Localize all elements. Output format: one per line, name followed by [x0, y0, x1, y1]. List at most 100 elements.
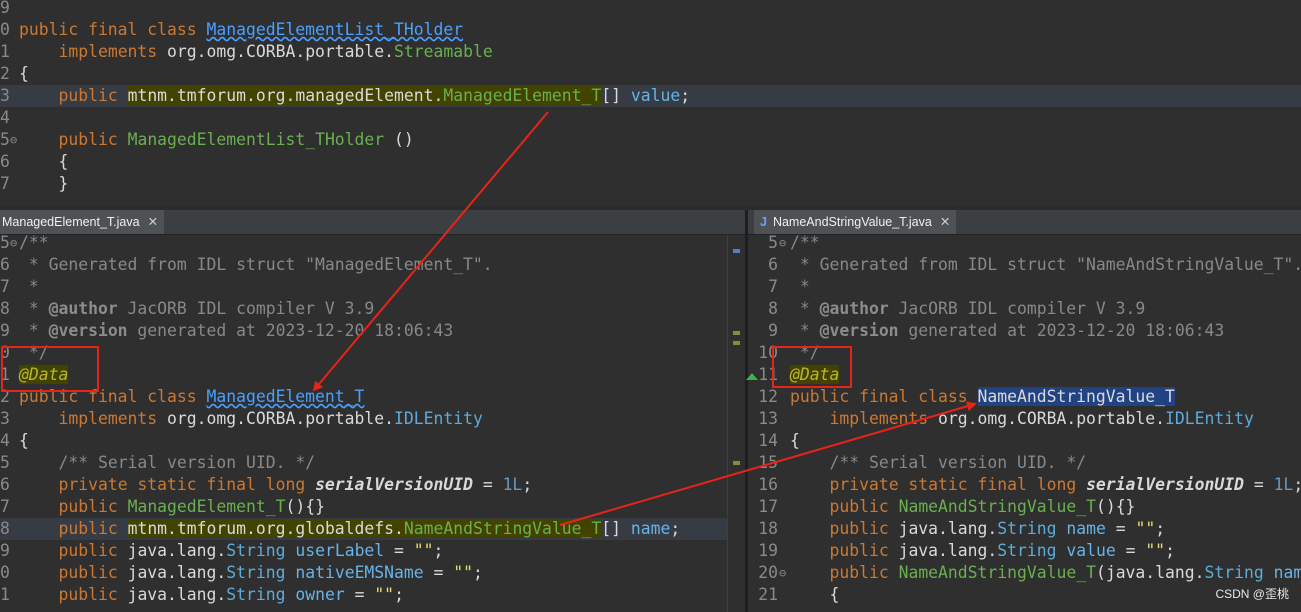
code-line[interactable]: 3 implements org.omg.CORBA.portable.IDLE…	[0, 408, 727, 430]
code-line[interactable]: 2 public final class ManagedElement_T	[0, 386, 727, 408]
code-line[interactable]: 3 public mtnm.tmforum.org.managedElement…	[0, 85, 1301, 107]
code-text[interactable]: */	[19, 342, 49, 364]
code-line[interactable]: 6 {	[0, 151, 1301, 173]
code-line[interactable]: 5 ⊖ public ManagedElementList_THolder ()	[0, 129, 1301, 151]
code-text[interactable]: public mtnm.tmforum.org.globaldefs.NameA…	[19, 518, 680, 540]
code-line[interactable]: 7 }	[0, 173, 1301, 195]
code-text[interactable]: implements org.omg.CORBA.portable.IDLEnt…	[790, 408, 1253, 430]
code-text[interactable]: * Generated from IDL struct "ManagedElem…	[19, 254, 493, 276]
line-number: 9	[0, 0, 10, 17]
code-text[interactable]: * @version generated at 2023-12-20 18:06…	[19, 320, 453, 342]
code-text[interactable]: public ManagedElementList_THolder ()	[19, 129, 413, 151]
code-line[interactable]: 6 * Generated from IDL struct "NameAndSt…	[748, 254, 1301, 276]
code-text[interactable]: */	[790, 342, 820, 364]
code-line[interactable]: 13 implements org.omg.CORBA.portable.IDL…	[748, 408, 1301, 430]
code-text[interactable]: public final class ManagedElement_T	[19, 386, 364, 408]
code-text[interactable]: implements org.omg.CORBA.portable.Stream…	[19, 41, 492, 63]
code-line[interactable]: 20 ⊖ public NameAndStringValue_T(java.lan…	[748, 562, 1301, 584]
code-line[interactable]: 19 public java.lang.String value = "";	[748, 540, 1301, 562]
code-text[interactable]: public java.lang.String owner = "";	[19, 584, 403, 606]
code-line[interactable]: 9	[0, 0, 1301, 19]
code-line[interactable]: 0 public java.lang.String nativeEMSName …	[0, 562, 727, 584]
code-text[interactable]: private static final long serialVersionU…	[790, 474, 1301, 496]
code-text[interactable]: *	[790, 276, 810, 298]
code-text[interactable]: * @author JacORB IDL compiler V 3.9	[19, 298, 374, 320]
tab-managed-element[interactable]: ManagedElement_T.java ✕	[0, 210, 165, 234]
fold-icon[interactable]: ⊖	[10, 235, 17, 254]
code-text[interactable]: public final class NameAndStringValue_T	[790, 386, 1175, 408]
code-text[interactable]: {	[790, 584, 839, 606]
code-line[interactable]: 8 * @author JacORB IDL compiler V 3.9	[748, 298, 1301, 320]
code-text[interactable]: public NameAndStringValue_T(){}	[790, 496, 1135, 518]
code-line[interactable]: 17 public NameAndStringValue_T(){}	[748, 496, 1301, 518]
code-text[interactable]: @Data	[790, 364, 840, 386]
code-line[interactable]: 1 implements org.omg.CORBA.portable.Stre…	[0, 41, 1301, 63]
code-text[interactable]: * Generated from IDL struct "NameAndStri…	[790, 254, 1301, 276]
code-line[interactable]: 14 {	[748, 430, 1301, 452]
code-line[interactable]: 1 public java.lang.String owner = "";	[0, 584, 727, 606]
code-text[interactable]: }	[19, 173, 68, 195]
code-text[interactable]: private static final long serialVersionU…	[19, 474, 532, 496]
code-text[interactable]: *	[19, 276, 39, 298]
close-icon[interactable]: ✕	[940, 215, 950, 229]
code-text[interactable]: {	[19, 430, 29, 452]
ruler-marker[interactable]	[733, 331, 740, 335]
top-editor[interactable]: 9 0 public final class ManagedElementList_…	[0, 0, 1301, 206]
code-line[interactable]: 0 public final class ManagedElementList_T…	[0, 19, 1301, 41]
code-text[interactable]: /** Serial version UID. */	[19, 452, 315, 474]
code-text[interactable]: implements org.omg.CORBA.portable.IDLEnt…	[19, 408, 482, 430]
ruler-marker[interactable]	[733, 249, 740, 253]
code-line[interactable]: 7 *	[0, 276, 727, 298]
code-text[interactable]: public java.lang.String userLabel = "";	[19, 540, 443, 562]
code-text[interactable]: public NameAndStringValue_T(java.lang.St…	[790, 562, 1301, 584]
code-text[interactable]: /**	[790, 235, 820, 254]
code-line[interactable]: 6 * Generated from IDL struct "ManagedEl…	[0, 254, 727, 276]
code-line[interactable]: 4	[0, 107, 1301, 129]
code-text[interactable]: public ManagedElement_T(){}	[19, 496, 324, 518]
right-editor[interactable]: 5 ⊖/** 6 * Generated from IDL struct "Name…	[748, 235, 1301, 612]
code-text[interactable]: /** Serial version UID. */	[790, 452, 1086, 474]
close-icon[interactable]: ✕	[148, 215, 158, 229]
code-text[interactable]: /**	[19, 235, 49, 254]
code-text[interactable]: public mtnm.tmforum.org.managedElement.M…	[19, 85, 690, 107]
code-line[interactable]: 11 @Data	[748, 364, 1301, 386]
code-text[interactable]: * @author JacORB IDL compiler V 3.9	[790, 298, 1145, 320]
code-text[interactable]: public final class ManagedElementList_TH…	[19, 19, 463, 41]
left-overview-ruler[interactable]	[727, 235, 746, 612]
code-line[interactable]: 8 * @author JacORB IDL compiler V 3.9	[0, 298, 727, 320]
code-line[interactable]: 5 ⊖/**	[0, 235, 727, 254]
code-line[interactable]: 2{	[0, 63, 1301, 85]
code-line[interactable]: 9 * @version generated at 2023-12-20 18:…	[0, 320, 727, 342]
code-line[interactable]: 8 public mtnm.tmforum.org.globaldefs.Nam…	[0, 518, 727, 540]
fold-icon[interactable]: ⊖	[779, 235, 786, 254]
code-text[interactable]: * @version generated at 2023-12-20 18:06…	[790, 320, 1224, 342]
ruler-marker[interactable]	[733, 341, 740, 345]
code-line[interactable]: 0 */	[0, 342, 727, 364]
code-line[interactable]: 5 /** Serial version UID. */	[0, 452, 727, 474]
left-editor[interactable]: 5 ⊖/** 6 * Generated from IDL struct "Mana…	[0, 235, 727, 612]
code-text[interactable]: {	[790, 430, 800, 452]
code-line[interactable]: 7 *	[748, 276, 1301, 298]
tab-name-and-string-value[interactable]: J NameAndStringValue_T.java ✕	[754, 210, 957, 234]
code-line[interactable]: 5 ⊖/**	[748, 235, 1301, 254]
code-line[interactable]: 6 private static final long serialVersio…	[0, 474, 727, 496]
code-line[interactable]: 12 public final class NameAndStringValue_…	[748, 386, 1301, 408]
code-line[interactable]: 1 @Data	[0, 364, 727, 386]
code-line[interactable]: 15 /** Serial version UID. */	[748, 452, 1301, 474]
code-text[interactable]: public java.lang.String name = "";	[790, 518, 1165, 540]
code-line[interactable]: 9 public java.lang.String userLabel = ""…	[0, 540, 727, 562]
code-text[interactable]: public java.lang.String nativeEMSName = …	[19, 562, 482, 584]
code-line[interactable]: 7 public ManagedElement_T(){}	[0, 496, 727, 518]
code-line[interactable]: 16 private static final long serialVersi…	[748, 474, 1301, 496]
fold-icon[interactable]: ⊖	[10, 129, 17, 151]
fold-icon[interactable]: ⊖	[779, 562, 786, 584]
ruler-marker[interactable]	[733, 461, 740, 465]
code-text[interactable]: {	[19, 63, 29, 85]
code-line[interactable]: 9 * @version generated at 2023-12-20 18:…	[748, 320, 1301, 342]
code-line[interactable]: 4{	[0, 430, 727, 452]
code-line[interactable]: 10 */	[748, 342, 1301, 364]
code-text[interactable]: public java.lang.String value = "";	[790, 540, 1174, 562]
code-text[interactable]: {	[19, 151, 68, 173]
code-line[interactable]: 18 public java.lang.String name = "";	[748, 518, 1301, 540]
code-text[interactable]: @Data	[19, 364, 69, 386]
